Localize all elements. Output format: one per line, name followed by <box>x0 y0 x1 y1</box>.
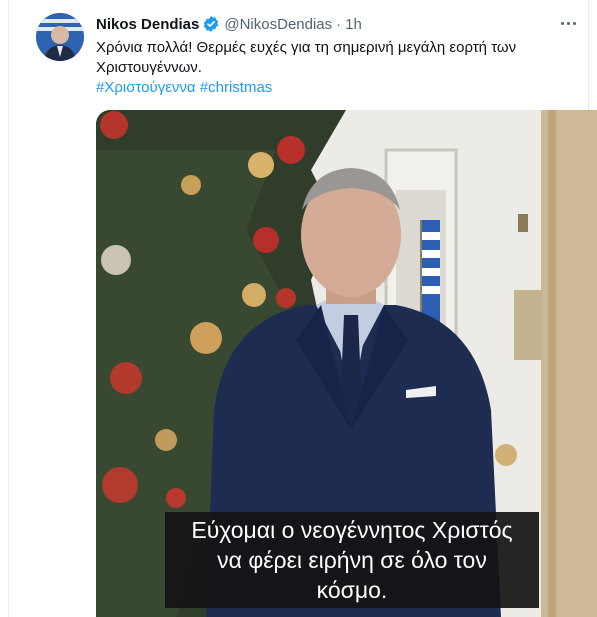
timestamp[interactable]: 1h <box>345 16 362 33</box>
video-subtitle: Εύχομαι ο νεογέννητος Χριστός να φέρει ε… <box>165 512 539 608</box>
avatar[interactable] <box>36 13 84 61</box>
author-handle[interactable]: @NikosDendias <box>224 16 332 33</box>
tweet-header: Nikos Dendias @NikosDendias · 1h <box>96 13 362 35</box>
tweet[interactable]: Nikos Dendias @NikosDendias · 1h Χρόνια … <box>0 0 597 617</box>
separator-dot: · <box>336 15 342 33</box>
author-name[interactable]: Nikos Dendias <box>96 16 199 33</box>
verified-badge-icon <box>202 15 220 33</box>
timeline-border-left <box>8 0 9 617</box>
subtitle-line: να φέρει ειρήνη σε όλο τον <box>217 547 487 573</box>
subtitle-line: Εύχομαι ο νεογέννητος Χριστός <box>191 517 513 543</box>
hashtag-link[interactable]: #Χριστούγεννα <box>96 79 196 96</box>
subtitle-line: κόσμο. <box>316 577 388 603</box>
hashtag-row: #Χριστούγεννα #christmas <box>96 78 272 98</box>
more-options-icon[interactable] <box>557 14 579 32</box>
tweet-text: Χρόνια πολλά! Θερμές ευχές για τη σημερι… <box>96 39 517 76</box>
hashtag-link[interactable]: #christmas <box>200 79 273 96</box>
